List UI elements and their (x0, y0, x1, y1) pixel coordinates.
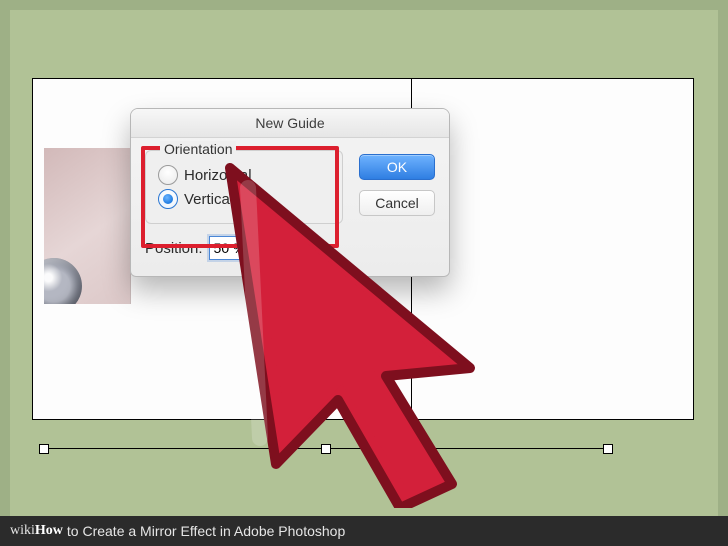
footer-bar: wikiHow to Create a Mirror Effect in Ado… (0, 516, 728, 546)
orientation-legend: Orientation (160, 141, 236, 157)
brand-prefix: wiki (10, 523, 35, 539)
orientation-group: Orientation Horizontal Vertical (145, 150, 343, 224)
orientation-vertical-option[interactable]: Vertical (158, 189, 332, 209)
article-title: to Create a Mirror Effect in Adobe Photo… (67, 523, 345, 539)
dialog-left-column: Orientation Horizontal Vertical (145, 150, 343, 260)
radio-label: Horizontal (184, 167, 252, 184)
radio-icon (158, 165, 178, 185)
radio-label: Vertical (184, 191, 233, 208)
ok-button[interactable]: OK (359, 154, 435, 180)
transform-handle[interactable] (39, 444, 49, 454)
brand-suffix: How (35, 523, 63, 539)
dialog-title: New Guide (131, 109, 449, 138)
cancel-button[interactable]: Cancel (359, 190, 435, 216)
stage: New Guide Orientation Horizontal (10, 10, 718, 516)
orientation-horizontal-option[interactable]: Horizontal (158, 165, 332, 185)
position-row: Position: (145, 236, 343, 260)
transform-handle[interactable] (603, 444, 613, 454)
new-guide-dialog: New Guide Orientation Horizontal (130, 108, 450, 277)
workarea: New Guide Orientation Horizontal (20, 28, 708, 493)
position-label: Position: (145, 240, 203, 257)
transform-handle[interactable] (321, 444, 331, 454)
dialog-buttons: OK Cancel (359, 150, 435, 260)
dialog-body: Orientation Horizontal Vertical (131, 138, 449, 276)
radio-icon (158, 189, 178, 209)
diamond-graphic (44, 258, 82, 304)
position-input[interactable] (209, 236, 271, 260)
transform-bbox (44, 448, 608, 455)
image-fragment (44, 148, 131, 304)
